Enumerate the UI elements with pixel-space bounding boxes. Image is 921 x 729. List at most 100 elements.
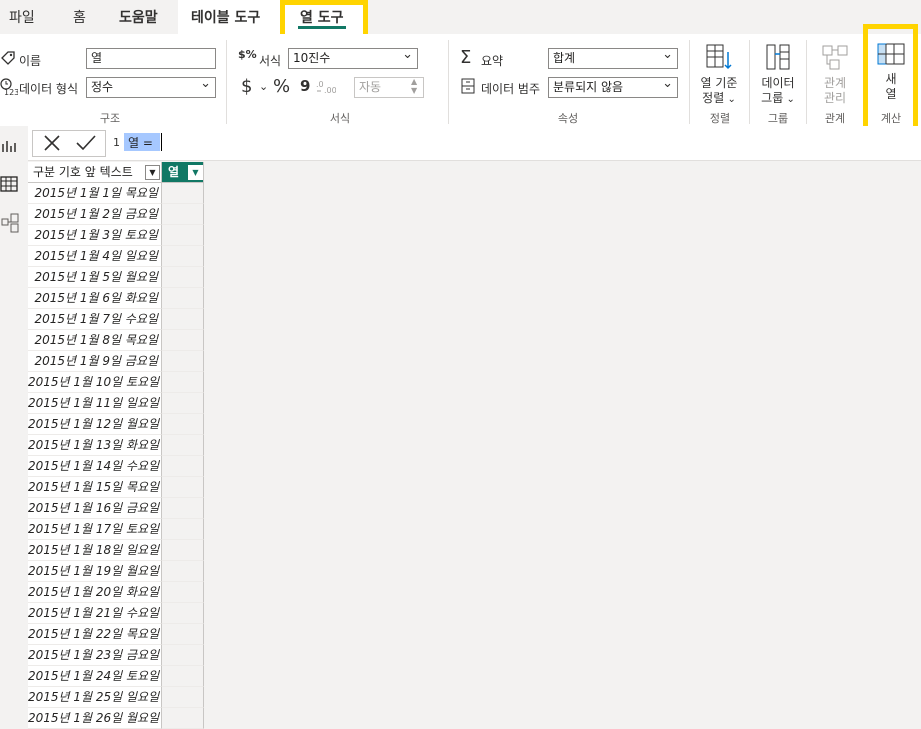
manage-relationships-button[interactable]: 관계 관리 xyxy=(810,42,860,106)
name-label: 이름 xyxy=(19,54,42,68)
currency-button[interactable]: $ xyxy=(241,76,252,97)
table-row[interactable]: 2015년 1월 6일 화요일 xyxy=(28,288,162,309)
table-row[interactable]: 2015년 1월 10일 토요일 xyxy=(28,372,162,393)
text-cursor xyxy=(161,133,162,151)
new-column-cell[interactable] xyxy=(162,540,204,561)
new-column-cell[interactable] xyxy=(162,519,204,540)
svg-text:.0: .0 xyxy=(316,80,324,89)
new-column-cell[interactable] xyxy=(162,204,204,225)
table-row[interactable]: 2015년 1월 12일 월요일 xyxy=(28,414,162,435)
data-category-select[interactable]: 분류되지 않음 xyxy=(548,74,678,98)
tab-table-tools[interactable]: 테이블 도구 xyxy=(191,7,260,27)
new-column-cell[interactable] xyxy=(162,330,204,351)
manage-label: 관리 xyxy=(823,91,847,105)
new-column-cell[interactable] xyxy=(162,267,204,288)
decimals-spinner-icon[interactable]: ▲ ▼ xyxy=(411,77,417,95)
table-row[interactable]: 2015년 1월 14일 수요일 xyxy=(28,456,162,477)
report-view-icon[interactable] xyxy=(1,138,17,157)
table-row[interactable]: 2015년 1월 1일 목요일 xyxy=(28,183,162,204)
tag-icon xyxy=(0,50,16,69)
summarize-select[interactable]: 합계 xyxy=(548,45,678,69)
datatype-select[interactable]: 정수 xyxy=(86,74,216,98)
sort-by-column-button[interactable]: 열 기준 정렬 ⌄ xyxy=(694,42,744,107)
new-column-cell[interactable] xyxy=(162,603,204,624)
sort-by-column-icon xyxy=(704,44,734,75)
new-column-cell[interactable] xyxy=(162,624,204,645)
group-label-properties: 속성 xyxy=(557,112,579,125)
new-column-cell[interactable] xyxy=(162,288,204,309)
table-row[interactable]: 2015년 1월 26일 월요일 xyxy=(28,708,162,729)
table-row[interactable]: 2015년 1월 23일 금요일 xyxy=(28,645,162,666)
svg-text:.00: .00 xyxy=(324,86,336,94)
new-column-cell[interactable] xyxy=(162,645,204,666)
table-row[interactable]: 2015년 1월 16일 금요일 xyxy=(28,498,162,519)
column-header-new-column[interactable]: 열 ▼ xyxy=(162,162,204,183)
sort-dropdown-icon: ⌄ xyxy=(724,94,736,105)
table-row[interactable]: 2015년 1월 18일 일요일 xyxy=(28,540,162,561)
data-category-icon xyxy=(461,78,475,97)
tab-home[interactable]: 홈 xyxy=(73,7,86,27)
new-column-cell[interactable] xyxy=(162,708,204,729)
new-column-cell[interactable] xyxy=(162,456,204,477)
currency-dropdown-icon[interactable]: ⌄ xyxy=(259,80,268,93)
table-row[interactable]: 2015년 1월 7일 수요일 xyxy=(28,309,162,330)
new-column-cell[interactable] xyxy=(162,498,204,519)
new-column-cell[interactable] xyxy=(162,666,204,687)
table-row[interactable]: 2015년 1월 11일 일요일 xyxy=(28,393,162,414)
confirm-icon[interactable] xyxy=(75,133,97,156)
new-column-cell[interactable] xyxy=(162,246,204,267)
new-column-cell[interactable] xyxy=(162,477,204,498)
table-row[interactable]: 2015년 1월 17일 토요일 xyxy=(28,519,162,540)
table-row[interactable]: 2015년 1월 13일 화요일 xyxy=(28,435,162,456)
new-column-cell[interactable] xyxy=(162,372,204,393)
table-row[interactable]: 2015년 1월 9일 금요일 xyxy=(28,351,162,372)
table-row[interactable]: 2015년 1월 21일 수요일 xyxy=(28,603,162,624)
group-label-groups: 그룹 xyxy=(767,112,789,125)
column-filter-icon[interactable]: ▼ xyxy=(145,165,160,180)
datatype-icon: 123 xyxy=(0,78,19,99)
format-select[interactable]: 10진수 xyxy=(288,45,418,69)
ribbon-separator xyxy=(806,40,807,124)
ribbon-separator xyxy=(749,40,750,124)
tab-help[interactable]: 도움말 xyxy=(119,7,158,27)
sort-by-column-label: 열 기준 xyxy=(700,76,738,90)
new-column-cell[interactable] xyxy=(162,225,204,246)
table-row[interactable]: 2015년 1월 20일 화요일 xyxy=(28,582,162,603)
table-row[interactable]: 2015년 1월 5일 월요일 xyxy=(28,267,162,288)
table-row[interactable]: 2015년 1월 3일 토요일 xyxy=(28,225,162,246)
new-column-cell[interactable] xyxy=(162,582,204,603)
table-row[interactable]: 2015년 1월 24일 토요일 xyxy=(28,666,162,687)
new-column-cell[interactable] xyxy=(162,309,204,330)
new-column-cell[interactable] xyxy=(162,414,204,435)
new-column-cell[interactable] xyxy=(162,393,204,414)
new-column-cell[interactable] xyxy=(162,351,204,372)
name-input[interactable]: 열 xyxy=(86,48,216,69)
new-column-cell[interactable] xyxy=(162,687,204,708)
model-view-icon[interactable] xyxy=(1,213,19,236)
relationships-icon xyxy=(820,45,850,75)
table-row[interactable]: 2015년 1월 25일 일요일 xyxy=(28,687,162,708)
group-label-sort: 정렬 xyxy=(709,112,731,125)
table-row[interactable]: 2015년 1월 2일 금요일 xyxy=(28,204,162,225)
data-view-icon[interactable] xyxy=(0,176,18,195)
table-row[interactable]: 2015년 1월 15일 목요일 xyxy=(28,477,162,498)
column-filter-icon[interactable]: ▼ xyxy=(188,165,203,180)
data-groups-icon xyxy=(763,44,793,75)
new-column-cell[interactable] xyxy=(162,183,204,204)
ribbon-separator xyxy=(226,40,227,124)
formula-input[interactable]: 열 = xyxy=(128,134,153,151)
tab-file[interactable]: 파일 xyxy=(9,7,35,27)
table-row[interactable]: 2015년 1월 4일 일요일 xyxy=(28,246,162,267)
new-column-cell[interactable] xyxy=(162,435,204,456)
percent-button[interactable]: % xyxy=(273,76,290,97)
summarize-label: 요약 xyxy=(481,54,504,68)
table-row[interactable]: 2015년 1월 8일 목요일 xyxy=(28,330,162,351)
comma-style-button[interactable]: 9 xyxy=(300,77,310,95)
table-row[interactable]: 2015년 1월 22일 목요일 xyxy=(28,624,162,645)
ribbon-tab-bar: 파일 홈 도움말 테이블 도구 열 도구 xyxy=(0,0,921,42)
table-row[interactable]: 2015년 1월 19일 월요일 xyxy=(28,561,162,582)
cancel-icon[interactable] xyxy=(42,133,62,156)
data-groups-button[interactable]: 데이터 그룹 ⌄ xyxy=(753,42,803,107)
new-column-cell[interactable] xyxy=(162,561,204,582)
column-header-text-before-delimiter[interactable]: 구분 기호 앞 텍스트 ▼ xyxy=(28,162,162,183)
